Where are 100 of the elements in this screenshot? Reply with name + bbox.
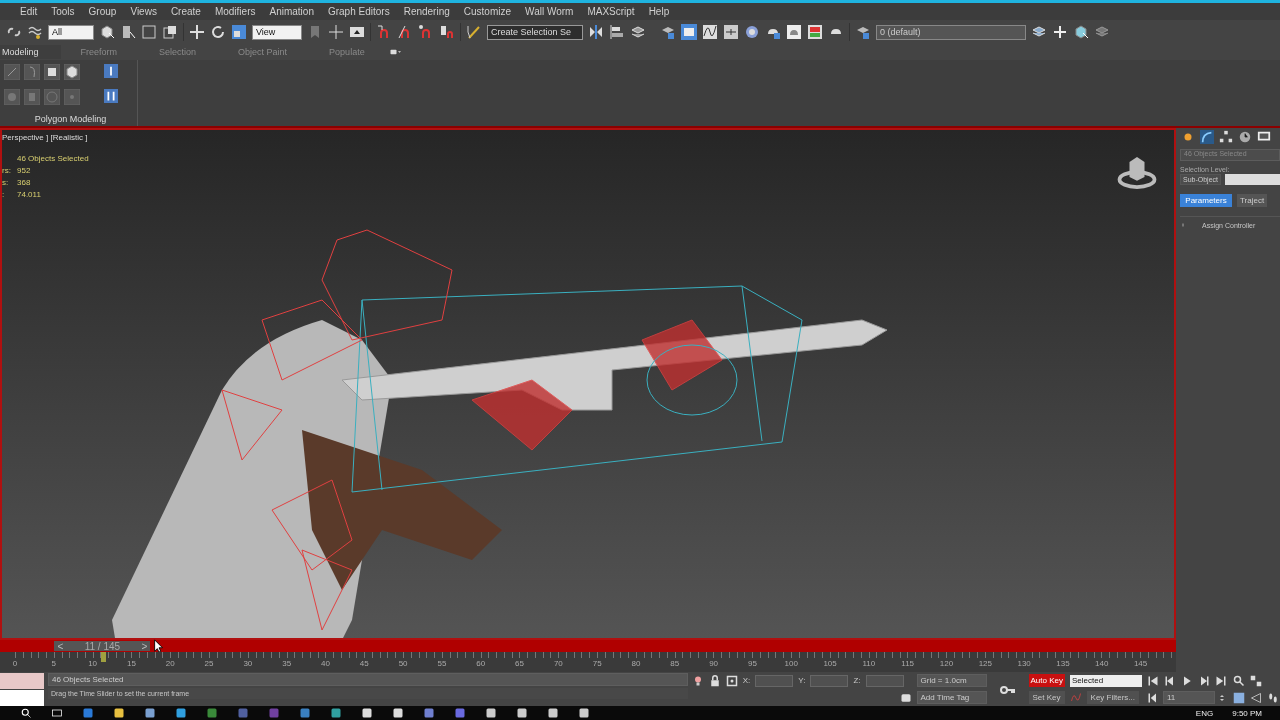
search-icon[interactable]: [20, 707, 32, 719]
menu-item[interactable]: Graph Editors: [321, 6, 398, 17]
x-coordinate-field[interactable]: [755, 674, 794, 687]
z-coordinate-field[interactable]: [865, 674, 904, 687]
menu-item[interactable]: Wall Worm: [519, 6, 582, 17]
go-to-end-icon[interactable]: [1214, 674, 1228, 687]
menu-item[interactable]: Customize: [457, 6, 520, 17]
language-indicator[interactable]: ENG: [1195, 708, 1214, 718]
material-editor-icon[interactable]: [744, 24, 760, 40]
app-icon[interactable]: [392, 707, 404, 719]
task-view-icon[interactable]: [51, 707, 63, 719]
key-filters-button[interactable]: Key Filters...: [1086, 691, 1139, 704]
rotate-icon[interactable]: [210, 24, 226, 40]
y-coordinate-field[interactable]: [810, 674, 849, 687]
select-by-name-icon[interactable]: [120, 24, 136, 40]
app-icon[interactable]: [330, 707, 342, 719]
frame-tick-label: 60: [475, 659, 487, 670]
frame-tick-label: 120: [938, 659, 955, 670]
layer-stack-icon[interactable]: [855, 24, 871, 40]
listener-field[interactable]: [0, 673, 44, 689]
footsteps-icon[interactable]: [1266, 691, 1280, 704]
menu-item[interactable]: Rendering: [397, 6, 458, 17]
display-icon[interactable]: [1256, 130, 1272, 144]
selection-filter-dropdown[interactable]: All: [48, 24, 94, 40]
window-crossing-icon[interactable]: [162, 24, 178, 40]
listener-field[interactable]: [0, 690, 44, 706]
select-in-layer-icon[interactable]: [1073, 24, 1089, 40]
zoom-icon[interactable]: [1232, 674, 1246, 687]
app-icon[interactable]: [485, 707, 497, 719]
panel-tab[interactable]: Traject: [1237, 194, 1268, 207]
schematic-view-icon[interactable]: [723, 24, 739, 40]
frame-tick-label: 115: [900, 659, 916, 670]
menu-item[interactable]: Group: [82, 6, 125, 17]
ribbon-tab[interactable]: Modeling: [0, 45, 61, 59]
go-to-start-icon[interactable]: [1146, 674, 1160, 687]
key-mode-dropdown[interactable]: Selected: [1070, 674, 1142, 687]
app-icon[interactable]: [113, 707, 125, 719]
ribbon-toggle-icon[interactable]: [681, 24, 697, 40]
panel-tab[interactable]: Parameters: [1180, 194, 1232, 207]
current-frame-field[interactable]: 11: [1163, 691, 1215, 704]
menu-item[interactable]: Create: [164, 6, 209, 17]
track-bar[interactable]: 0 5 10 15 20 25 30 35 40 45 50 55 60 65 70 75 80 85 90 95 100 105 110 115 120 125 130 135 140 145: [0, 652, 1176, 672]
app-icon[interactable]: [578, 707, 590, 719]
pen-icon[interactable]: [466, 24, 482, 40]
menu-item[interactable]: Modifiers: [208, 6, 264, 17]
set-key-button[interactable]: Set Key: [1028, 691, 1065, 704]
rectangle-region-icon[interactable]: [141, 24, 157, 40]
frame-tick-label: 110: [861, 659, 877, 670]
app-icon[interactable]: [144, 707, 156, 719]
frame-tick-label: 15: [126, 659, 137, 670]
menu-item[interactable]: Animation: [263, 6, 322, 17]
scale-icon[interactable]: [231, 24, 247, 40]
zoom-all-icon[interactable]: [1249, 674, 1263, 687]
modify-icon[interactable]: [1199, 130, 1215, 144]
render-frame-icon[interactable]: [807, 24, 823, 40]
menu-item[interactable]: Edit: [14, 6, 46, 17]
motion-icon[interactable]: [1237, 130, 1253, 144]
previous-frame-button[interactable]: <: [54, 640, 67, 652]
viewport-label[interactable]: Perspective ] [Realistic ]: [2, 133, 88, 142]
frame-tick-label: 55: [436, 659, 448, 670]
layer-dropdown[interactable]: 0 (default): [876, 24, 1026, 40]
clock[interactable]: 9:50 PM: [1232, 708, 1262, 718]
current-frame-marker[interactable]: [100, 652, 106, 662]
vertex-mode-icon[interactable]: [104, 64, 118, 78]
absolute-mode-icon[interactable]: [725, 673, 738, 688]
hierarchy-icon[interactable]: [1218, 130, 1234, 144]
menu-item[interactable]: MAXScript: [581, 6, 643, 17]
reference-coordinate-dropdown[interactable]: View: [252, 24, 302, 40]
time-config-icon[interactable]: [1232, 691, 1246, 704]
add-time-tag-button[interactable]: Add Time Tag: [916, 691, 987, 704]
time-slider-thumb[interactable]: < 11 / 145 >: [54, 641, 151, 651]
plus-icon[interactable]: [1052, 24, 1068, 40]
menu-item[interactable]: Help: [642, 6, 678, 17]
edge-mode-icon[interactable]: [104, 89, 118, 103]
menu-item[interactable]: Tools: [45, 6, 83, 17]
select-object-icon[interactable]: [99, 24, 115, 40]
time-tag-icon[interactable]: [899, 691, 912, 704]
scene-explorer-icon[interactable]: [660, 24, 676, 40]
lock-icon[interactable]: [708, 673, 721, 688]
curve-editor-icon[interactable]: [702, 24, 718, 40]
app-icon[interactable]: [361, 707, 373, 719]
move-icon[interactable]: [189, 24, 205, 40]
named-selection-field[interactable]: Create Selection Se: [487, 24, 583, 40]
frame-tick-label: 30: [242, 659, 254, 670]
menu-item[interactable]: Views: [124, 6, 165, 17]
app-icon[interactable]: [516, 707, 528, 719]
auto-key-button[interactable]: Auto Key: [1028, 674, 1065, 687]
align-icon[interactable]: [609, 24, 625, 40]
cube-icon[interactable]: [64, 64, 80, 80]
app-icon[interactable]: [547, 707, 559, 719]
layers-icon[interactable]: [630, 24, 646, 40]
teapot-icon[interactable]: [786, 24, 802, 40]
sub-object-field[interactable]: [1225, 174, 1280, 185]
field-of-view-icon[interactable]: [1249, 691, 1263, 704]
wave-icon[interactable]: [27, 24, 43, 40]
app-icon[interactable]: [175, 707, 187, 719]
next-frame-button[interactable]: >: [138, 640, 151, 652]
mirror-icon[interactable]: [588, 24, 604, 40]
pivot-icon[interactable]: [328, 24, 344, 40]
panel-title[interactable]: Polygon Modeling: [34, 114, 107, 126]
